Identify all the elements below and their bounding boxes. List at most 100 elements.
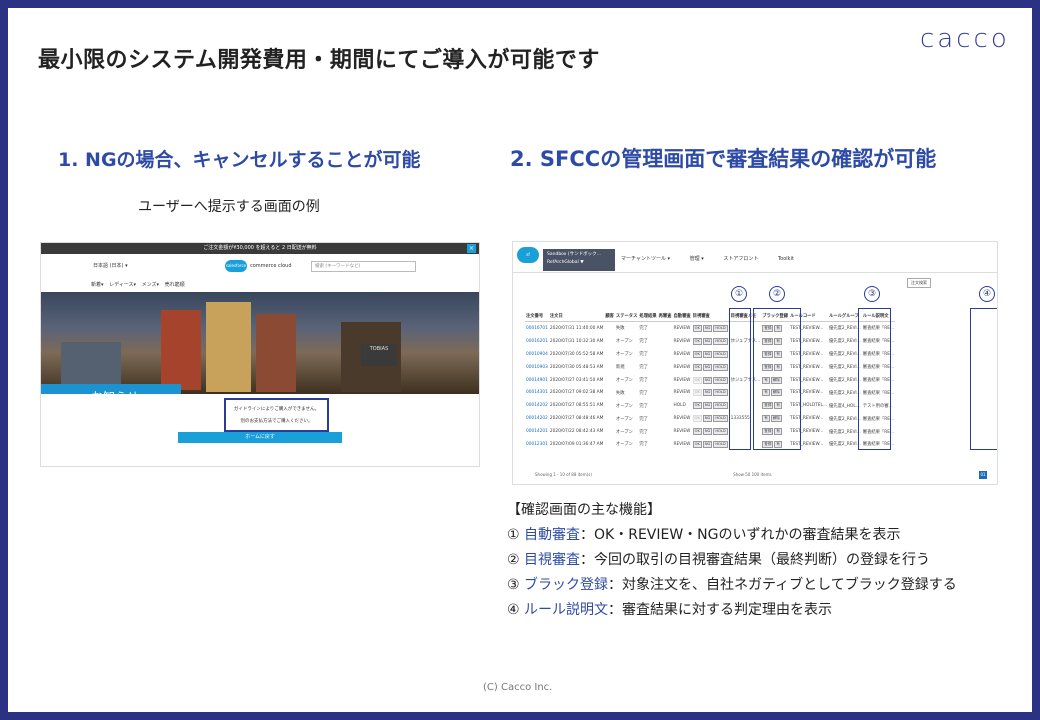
table-cell: 完了 (639, 365, 648, 371)
column-header[interactable]: ステータス (614, 310, 639, 322)
column-header[interactable]: 目視審査 (691, 310, 730, 322)
table-cell: 2020/07/22 08:42:43 AM (549, 429, 604, 435)
review-ng-button[interactable]: NG (702, 324, 713, 332)
order-search-button[interactable]: 注文検索 (907, 278, 931, 288)
sandbox-selector[interactable]: Sandbox (サンドボック... RefArchGlobal ▼ (543, 249, 615, 271)
order-number-link[interactable]: 00016201 (525, 335, 549, 348)
review-ok-button[interactable]: OK (692, 363, 702, 371)
promo-text: ご注文金額が¥30,000 を超えると 2 日配送が無料 (203, 245, 317, 251)
order-number-link[interactable]: 00014201 (525, 425, 549, 438)
language-select[interactable]: 日本語 (日本) ▾ (93, 262, 128, 269)
hero-image: TOBIAS お知らせ (41, 292, 479, 410)
admin-topbar: sf Sandbox (サンドボック... RefArchGlobal ▼ マー… (513, 242, 997, 273)
order-number-link[interactable]: 00012301 (525, 438, 549, 451)
table-cell: 優先度4_HOL... (829, 403, 860, 409)
order-number-link[interactable]: 00010903 (525, 361, 549, 374)
store-nav[interactable]: 新着▾ レディース▾ メンズ▾ 売れ筋順 (41, 278, 479, 293)
feature-item: ② 目視審査：今回の取引の目視審査結果（最終判断）の登録を行う (507, 552, 931, 568)
promo-banner: ご注文金額が¥30,000 を超えると 2 日配送が無料 × (41, 243, 479, 254)
column-header[interactable]: 注文番号 (525, 310, 549, 322)
table-cell: REVIEW (673, 441, 691, 447)
review-hold-button[interactable]: HOLD (713, 415, 728, 423)
review-ng-button[interactable]: NG (702, 350, 713, 358)
manual-review-buttons: OK NG HOLD (692, 361, 730, 374)
review-ng-button[interactable]: NG (702, 428, 713, 436)
review-ng-button[interactable]: NG (702, 389, 713, 397)
table-row: 00012301 2020/07/09 01:36:47 AM オープン 完了 REVI… (525, 438, 895, 451)
review-hold-button[interactable]: HOLD (713, 363, 728, 371)
review-hold-button[interactable]: HOLD (713, 402, 728, 410)
manual-review-buttons: OK NG HOLD (692, 322, 730, 335)
table-cell: 優先度2_REVI... (829, 352, 861, 358)
column-header[interactable]: 顧客 (604, 310, 615, 322)
order-number-link[interactable]: 00016701 (525, 322, 549, 335)
store-brand[interactable]: salesforce commerce cloud (225, 260, 292, 272)
review-ok-button[interactable]: OK (692, 428, 702, 436)
table-cell (658, 425, 673, 438)
table-cell: 完了 (639, 352, 648, 358)
review-ok-button[interactable]: OK (692, 324, 702, 332)
table-cell: 完了 (639, 429, 648, 435)
menu-admin[interactable]: 管理 ▾ (690, 256, 704, 262)
review-ok-button[interactable]: OK (692, 415, 702, 423)
review-hold-button[interactable]: HOLD (713, 389, 728, 397)
table-row: 00014901 2020/07/27 03:41:50 AM オープン 完了 REVI… (525, 374, 895, 387)
column-header[interactable]: ルールグループ (828, 310, 862, 322)
review-ok-button[interactable]: OK (692, 389, 702, 397)
review-hold-button[interactable]: HOLD (713, 440, 728, 448)
review-ok-button[interactable]: OK (692, 337, 702, 345)
manual-review-buttons: OK NG HOLD (692, 438, 730, 451)
table-cell: 2020/07/31 11:40:00 AM (549, 325, 604, 331)
table-cell (658, 438, 673, 451)
table-cell: REVIEW (673, 364, 691, 370)
table-cell: 2020/07/27 08:48:46 AM (549, 416, 604, 422)
order-number-link[interactable]: 00014301 (525, 386, 549, 399)
features-heading: 【確認画面の主な機能】 (507, 502, 661, 518)
table-cell: 完了 (639, 403, 648, 409)
store-search-input[interactable]: 検索 (キーワードなど) (311, 261, 416, 272)
table-cell (604, 335, 615, 348)
column-header[interactable]: 再審査 (657, 310, 673, 322)
table-cell (604, 348, 615, 361)
table-cell: 優先度2_REVI... (829, 442, 861, 448)
table-cell: 完了 (639, 378, 648, 383)
review-ng-button[interactable]: NG (702, 337, 713, 345)
close-icon[interactable]: × (467, 244, 476, 253)
review-ng-button[interactable]: NG (702, 376, 713, 384)
highlight-auto-review (729, 308, 751, 450)
review-hold-button[interactable]: HOLD (713, 350, 728, 358)
review-ng-button[interactable]: NG (702, 440, 713, 448)
table-cell (604, 374, 615, 387)
table-cell: オープン (615, 339, 633, 345)
table-cell: 新規 (615, 365, 625, 371)
menu-toolkit[interactable]: Toolkit (778, 256, 794, 262)
manual-review-buttons: OK NG HOLD (692, 374, 730, 387)
review-hold-button[interactable]: HOLD (713, 337, 728, 345)
review-hold-button[interactable]: HOLD (713, 376, 728, 384)
table-cell (658, 335, 673, 348)
ng-message-line1: ガイドラインによりご購入ができません。 (233, 407, 320, 412)
table-cell (658, 322, 673, 335)
review-ok-button[interactable]: OK (692, 402, 702, 410)
menu-merchant-tools[interactable]: マーチャントツール ▾ (621, 256, 670, 262)
review-hold-button[interactable]: HOLD (713, 324, 728, 332)
order-number-link[interactable]: 00014202 (525, 412, 549, 425)
manual-review-buttons: OK NG HOLD (692, 425, 730, 438)
pager-current[interactable]: 01 (979, 471, 987, 479)
review-ng-button[interactable]: NG (702, 363, 713, 371)
review-ok-button[interactable]: OK (692, 440, 702, 448)
column-header[interactable]: 自動審査 (672, 310, 692, 322)
review-ok-button[interactable]: OK (692, 376, 702, 384)
review-hold-button[interactable]: HOLD (713, 428, 728, 436)
review-ng-button[interactable]: NG (702, 402, 713, 410)
review-ng-button[interactable]: NG (702, 415, 713, 423)
review-ok-button[interactable]: OK (692, 350, 702, 358)
menu-storefront[interactable]: ストアフロント (723, 256, 758, 262)
column-header[interactable]: 処理結果 (638, 310, 658, 322)
order-number-link[interactable]: 00014202 (525, 399, 549, 412)
order-number-link[interactable]: 00010904 (525, 348, 549, 361)
column-header[interactable]: 注文日 (548, 310, 605, 322)
order-number-link[interactable]: 00014901 (525, 374, 549, 387)
marker-4: ④ (979, 286, 995, 302)
home-button[interactable]: ホームに戻す (178, 432, 342, 443)
